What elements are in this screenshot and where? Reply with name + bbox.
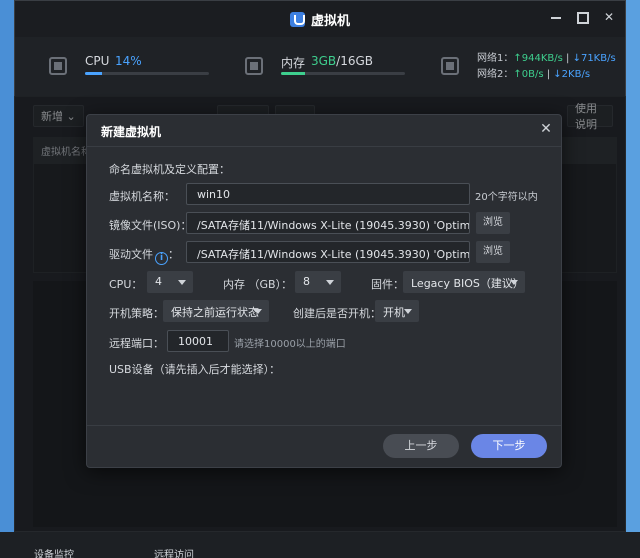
cpu-select[interactable]: 4 (147, 271, 193, 293)
caret-down-icon (404, 309, 412, 314)
driver-file-input[interactable]: /SATA存储11/Windows X-Lite (19045.3930) 'O… (186, 241, 470, 263)
firmware-label: 固件： (371, 278, 404, 291)
desktop-taskbar: 设备监控 远程访问 (0, 532, 640, 558)
driver-browse-button[interactable]: 浏览 (476, 241, 510, 263)
window-controls: ✕ (551, 11, 615, 23)
previous-step-button[interactable]: 上一步 (383, 434, 459, 458)
driver-file-label-text: 驱动文件 (109, 248, 153, 261)
vm-name-input[interactable]: win10 (186, 183, 470, 205)
close-icon[interactable]: ✕ (603, 11, 615, 23)
memory-used: 3GB (311, 54, 337, 68)
start-after-create-label: 创建后是否开机： (293, 307, 381, 320)
vm-name-label: 虚拟机名称： (109, 190, 175, 203)
maximize-icon[interactable] (577, 11, 589, 23)
network-icon (441, 57, 459, 75)
remote-port-input[interactable]: 10001 (167, 330, 229, 352)
cpu-select-value: 4 (155, 275, 162, 288)
remote-port-hint: 请选择10000以上的端口 (234, 339, 346, 350)
driver-file-label: 驱动文件 i： (109, 248, 179, 265)
caret-down-icon (510, 280, 518, 285)
memory-label: 内存 (281, 56, 306, 70)
start-after-create-value: 开机 (383, 306, 405, 319)
memory-label: 内存 （GB）： (223, 278, 293, 291)
network-2-down: ↓2KB/s (553, 69, 591, 80)
taskbar-item-device-monitor[interactable]: 设备监控 (34, 546, 74, 558)
dialog-body: 命名虚拟机及定义配置： 虚拟机名称： win10 20个字符以内 镜像文件(IS… (87, 147, 561, 427)
iso-file-input[interactable]: /SATA存储11/Windows X-Lite (19045.3930) 'O… (186, 212, 470, 234)
titlebar[interactable]: 虚拟机 ✕ (15, 1, 625, 37)
network-2-up: ↑0B/s (513, 69, 544, 80)
section-heading: 命名虚拟机及定义配置： (109, 163, 230, 176)
cpu-progress-bar (85, 72, 209, 75)
dialog-header: 新建虚拟机 ✕ (87, 115, 561, 147)
resource-stats-bar: CPU 14% 内存 3GB/16GB 网络1：↑944KB/s | ↓71KB… (15, 37, 625, 97)
info-icon[interactable]: i (155, 252, 168, 265)
new-vm-dialog: 新建虚拟机 ✕ 命名虚拟机及定义配置： 虚拟机名称： win10 20个字符以内… (86, 114, 562, 468)
network-2-label: 网络2： (477, 69, 514, 80)
memory-value: 3GB/16GB (311, 54, 373, 68)
minimize-icon[interactable] (551, 11, 563, 23)
cpu-label: CPU： (109, 278, 143, 291)
app-logo-icon (289, 11, 305, 27)
desktop-background-left (0, 0, 14, 558)
boot-policy-select-value: 保持之前运行状态 (171, 306, 259, 319)
dialog-footer: 上一步 下一步 (87, 425, 561, 467)
app-title-text: 虚拟机 (310, 13, 350, 29)
app-title: 虚拟机 (289, 10, 350, 29)
caret-down-icon (326, 280, 334, 285)
boot-policy-select[interactable]: 保持之前运行状态 (163, 300, 269, 322)
start-after-create-select[interactable]: 开机 (375, 300, 419, 322)
network-1-label: 网络1： (477, 53, 514, 64)
iso-browse-button[interactable]: 浏览 (476, 212, 510, 234)
firmware-select[interactable]: Legacy BIOS（建议） (403, 271, 525, 293)
desktop-background-right (626, 0, 640, 558)
caret-down-icon (254, 309, 262, 314)
iso-file-label: 镜像文件(ISO)： (109, 219, 192, 232)
cpu-label: CPU (85, 54, 110, 68)
taskbar-item-remote-access[interactable]: 远程访问 (154, 546, 194, 558)
usb-device-label: USB设备（请先插入后才能选择）： (109, 363, 281, 376)
caret-down-icon (178, 280, 186, 285)
dialog-title: 新建虚拟机 (101, 125, 162, 139)
close-icon[interactable]: ✕ (539, 122, 553, 136)
memory-chip-icon (245, 57, 263, 75)
firmware-select-value: Legacy BIOS（建议） (411, 277, 524, 290)
network-1-line: 网络1：↑944KB/s | ↓71KB/s (477, 53, 616, 64)
cpu-value: 14% (115, 54, 142, 68)
memory-progress-bar (281, 72, 405, 75)
next-step-button[interactable]: 下一步 (471, 434, 547, 458)
memory-total: /16GB (336, 54, 374, 68)
memory-select-value: 8 (303, 275, 310, 288)
network-1-down: ↓71KB/s (572, 53, 616, 64)
memory-select[interactable]: 8 (295, 271, 341, 293)
cpu-chip-icon (49, 57, 67, 75)
vm-name-hint: 20个字符以内 (475, 192, 538, 203)
network-1-up: ↑944KB/s (513, 53, 563, 64)
boot-policy-label: 开机策略： (109, 307, 164, 320)
network-2-line: 网络2：↑0B/s | ↓2KB/s (477, 69, 591, 80)
remote-port-label: 远程端口： (109, 337, 164, 350)
